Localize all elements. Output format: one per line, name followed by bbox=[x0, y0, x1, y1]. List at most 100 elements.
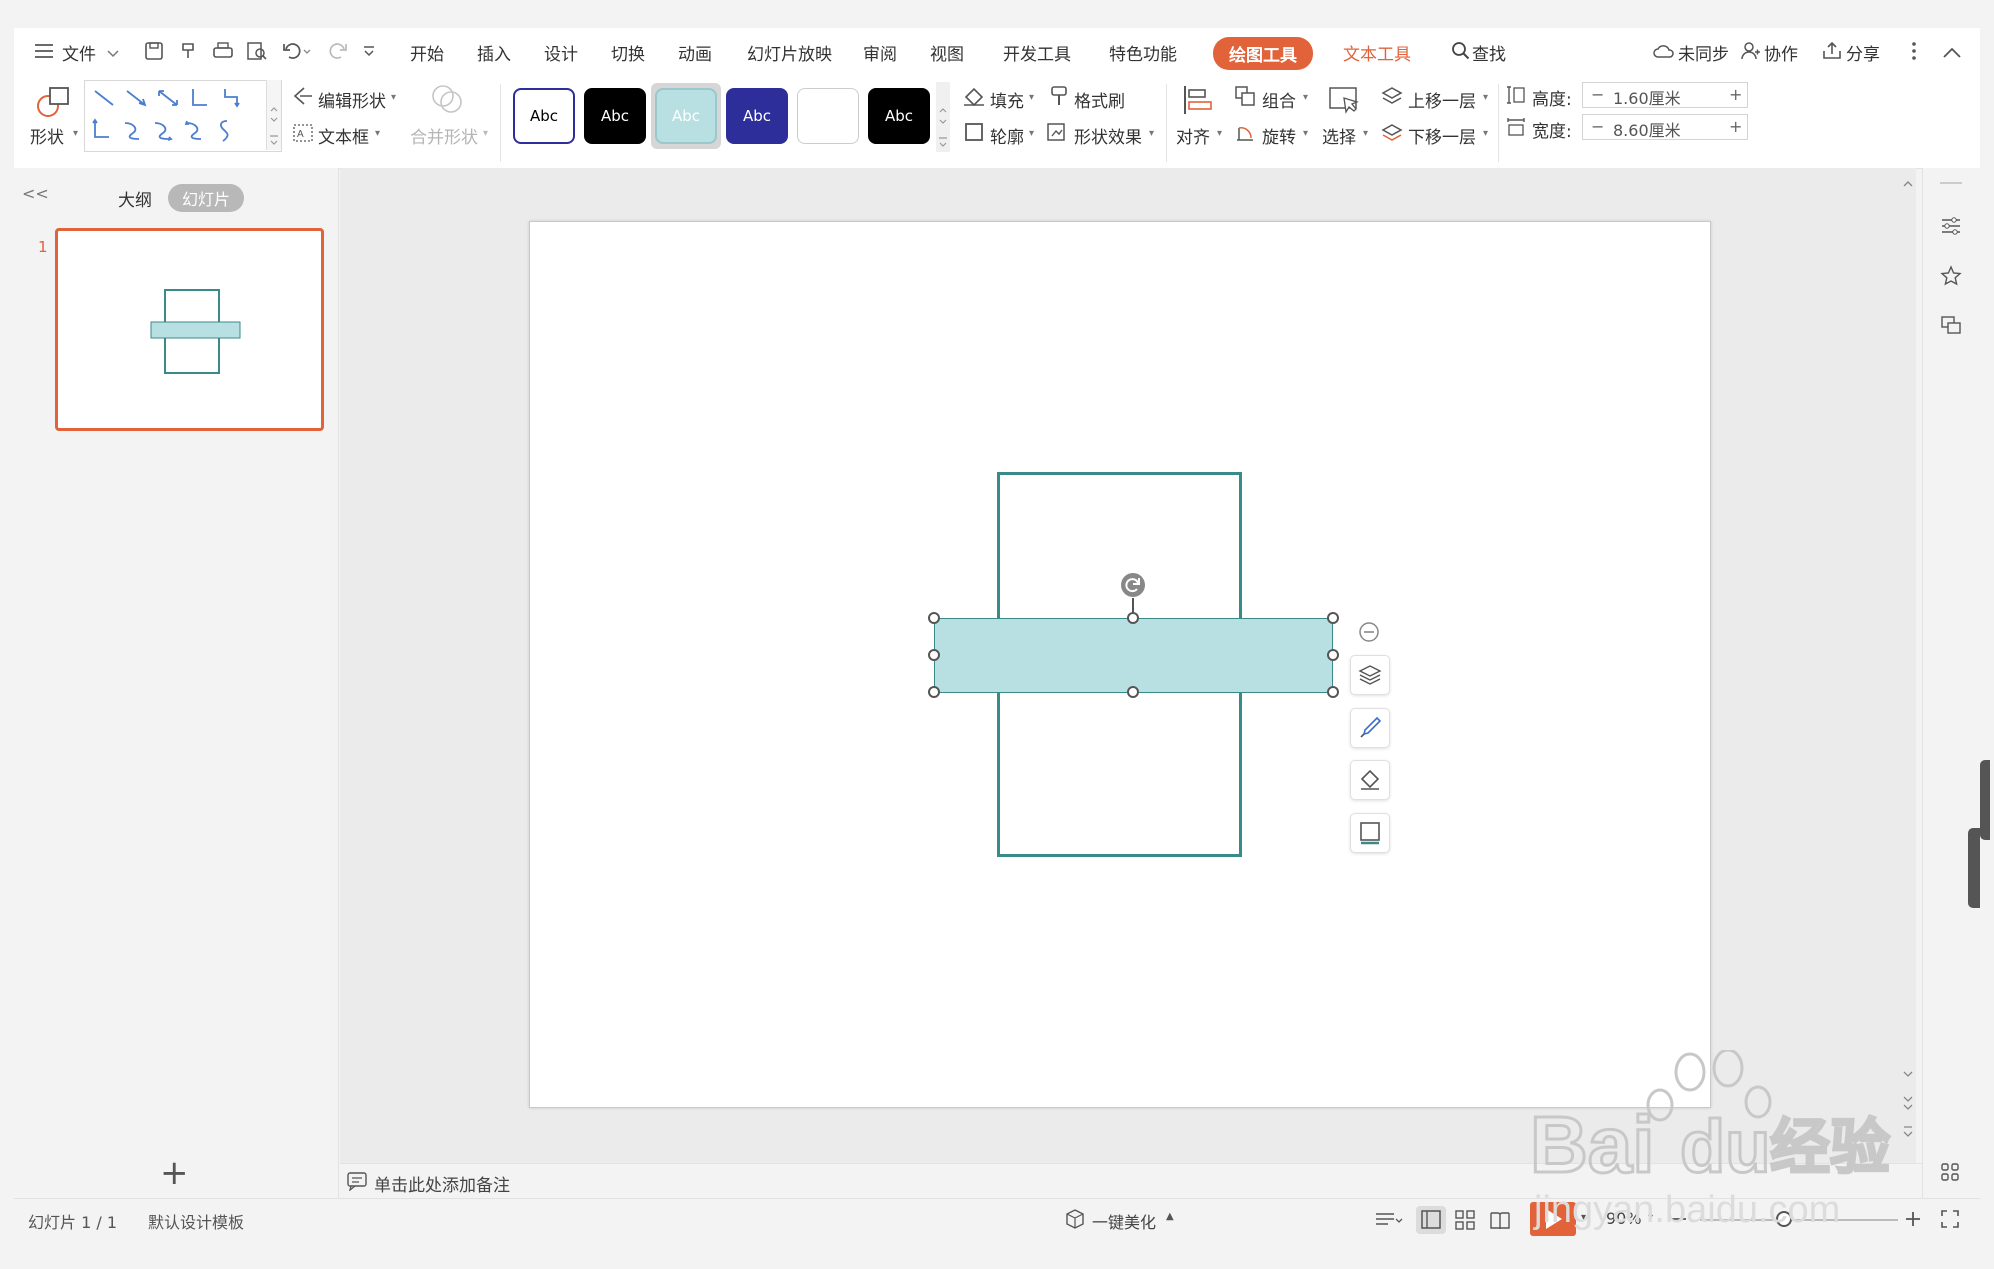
tab-slideshow[interactable]: 幻灯片放映 bbox=[747, 40, 832, 65]
shape-gallery[interactable] bbox=[84, 80, 282, 152]
slide-sorter-icon[interactable] bbox=[1454, 1209, 1476, 1236]
notes-view-icon[interactable] bbox=[1374, 1210, 1404, 1235]
unsynced-button[interactable]: 未同步 bbox=[1678, 40, 1729, 65]
edit-shape-button[interactable]: 编辑形状 bbox=[318, 87, 386, 112]
edit-shape-icon[interactable] bbox=[292, 86, 314, 111]
style-outline-navy[interactable]: Abc bbox=[513, 88, 575, 144]
tab-animation[interactable]: 动画 bbox=[678, 40, 712, 65]
caret-down-icon[interactable]: ▾ bbox=[1303, 92, 1308, 103]
align-button[interactable]: 对齐 bbox=[1176, 123, 1210, 148]
caret-down-icon[interactable]: ▾ bbox=[1149, 128, 1154, 139]
select-button[interactable]: 选择 bbox=[1322, 123, 1356, 148]
style-gallery-scroll[interactable] bbox=[936, 82, 950, 152]
tab-transition[interactable]: 切换 bbox=[611, 40, 645, 65]
select-icon[interactable] bbox=[1328, 84, 1360, 121]
search-button[interactable]: 查找 bbox=[1472, 40, 1506, 65]
caret-down-icon[interactable]: ▾ bbox=[1581, 1212, 1586, 1223]
text-box-icon[interactable]: A bbox=[292, 123, 314, 148]
collapse-ribbon-icon[interactable] bbox=[1942, 44, 1962, 64]
tab-outline[interactable]: 大纲 bbox=[118, 186, 152, 211]
tab-text-tools[interactable]: 文本工具 bbox=[1343, 40, 1411, 65]
play-slideshow-button[interactable] bbox=[1530, 1202, 1576, 1236]
share-icon[interactable] bbox=[1821, 41, 1843, 66]
style-white[interactable] bbox=[797, 88, 859, 144]
tab-drawing-tools[interactable]: 绘图工具 bbox=[1213, 37, 1313, 70]
save-icon[interactable] bbox=[144, 41, 164, 66]
shape-effects-icon[interactable] bbox=[1046, 122, 1070, 147]
reading-view-icon[interactable] bbox=[1489, 1209, 1511, 1236]
tab-insert[interactable]: 插入 bbox=[477, 40, 511, 65]
customize-quick-access-icon[interactable] bbox=[362, 44, 376, 64]
search-icon[interactable] bbox=[1451, 41, 1471, 66]
shape-effects-button[interactable]: 形状效果 bbox=[1074, 123, 1142, 148]
caret-down-icon[interactable]: ▾ bbox=[1217, 128, 1222, 139]
zoom-slider-track[interactable] bbox=[1700, 1219, 1898, 1221]
file-menu[interactable]: 文件 bbox=[62, 40, 96, 65]
resize-handle-top-left[interactable] bbox=[928, 612, 940, 624]
width-increase-button[interactable]: + bbox=[1729, 117, 1742, 136]
caret-down-icon[interactable]: ▾ bbox=[73, 128, 78, 139]
notes-placeholder[interactable]: 单击此处添加备注 bbox=[374, 1171, 510, 1196]
caret-down-icon[interactable]: ▾ bbox=[1303, 128, 1308, 139]
style-navy[interactable]: Abc bbox=[726, 88, 788, 144]
fit-window-icon[interactable] bbox=[1940, 1209, 1960, 1234]
print-icon[interactable] bbox=[212, 41, 234, 66]
zoom-slider-thumb[interactable] bbox=[1776, 1211, 1792, 1227]
resize-handle-top-right[interactable] bbox=[1327, 612, 1339, 624]
caret-down-icon[interactable]: ▾ bbox=[1029, 128, 1034, 139]
zoom-in-icon[interactable] bbox=[1904, 1210, 1922, 1233]
grid-menu-icon[interactable] bbox=[1940, 1162, 1960, 1187]
tab-start[interactable]: 开始 bbox=[410, 40, 444, 65]
zoom-out-icon[interactable] bbox=[1670, 1210, 1688, 1233]
style-black-2[interactable]: Abc bbox=[868, 88, 930, 144]
beautify-icon[interactable] bbox=[1064, 1208, 1086, 1235]
height-decrease-button[interactable]: − bbox=[1591, 85, 1604, 104]
format-painter-icon[interactable] bbox=[179, 41, 199, 66]
height-increase-button[interactable]: + bbox=[1729, 85, 1742, 104]
cloud-sync-icon[interactable] bbox=[1652, 42, 1676, 65]
shape-icon[interactable] bbox=[36, 84, 72, 123]
resize-handle-top[interactable] bbox=[1127, 612, 1139, 624]
caret-down-icon[interactable]: ▾ bbox=[1363, 128, 1368, 139]
resize-handle-bottom-left[interactable] bbox=[928, 686, 940, 698]
height-stepper[interactable]: − 1.60厘米 + bbox=[1582, 82, 1748, 108]
width-input[interactable]: 8.60厘米 bbox=[1613, 117, 1681, 141]
tab-view[interactable]: 视图 bbox=[930, 40, 964, 65]
resize-handle-right[interactable] bbox=[1327, 649, 1339, 661]
tab-design[interactable]: 设计 bbox=[544, 40, 578, 65]
send-backward-icon[interactable] bbox=[1380, 122, 1404, 149]
caret-down-icon[interactable]: ▾ bbox=[1483, 128, 1488, 139]
collaborate-button[interactable]: 协作 bbox=[1764, 40, 1798, 65]
caret-down-icon[interactable]: ▾ bbox=[391, 92, 396, 103]
tab-special-features[interactable]: 特色功能 bbox=[1109, 40, 1177, 65]
resize-handle-left[interactable] bbox=[928, 649, 940, 661]
share-button[interactable]: 分享 bbox=[1846, 40, 1880, 65]
rotate-handle-icon[interactable] bbox=[1120, 572, 1146, 603]
style-black[interactable]: Abc bbox=[584, 88, 646, 144]
side-tab[interactable] bbox=[1968, 828, 1980, 908]
zoom-level[interactable]: 90% bbox=[1606, 1209, 1642, 1228]
side-tab[interactable] bbox=[1980, 760, 1990, 840]
caret-down-icon[interactable]: ▾ bbox=[1029, 92, 1034, 103]
beautify-button[interactable]: 一键美化 bbox=[1092, 1209, 1156, 1233]
caret-down-icon[interactable]: ▾ bbox=[1648, 1212, 1653, 1223]
chevron-down-icon[interactable] bbox=[106, 44, 120, 64]
shape-style-button[interactable] bbox=[1350, 708, 1390, 748]
collapse-toolbar-icon[interactable] bbox=[1358, 621, 1380, 648]
normal-view-button[interactable] bbox=[1416, 1206, 1446, 1234]
rotate-icon[interactable] bbox=[1234, 122, 1256, 149]
properties-icon[interactable] bbox=[1940, 215, 1962, 242]
send-backward-button[interactable]: 下移一层 bbox=[1408, 123, 1476, 148]
outline-button[interactable]: 轮廓 bbox=[990, 123, 1024, 148]
fill-button-float[interactable] bbox=[1350, 760, 1390, 800]
template-name[interactable]: 默认设计模板 bbox=[148, 1209, 244, 1233]
gallery-scroll[interactable] bbox=[266, 80, 281, 150]
tab-review[interactable]: 审阅 bbox=[863, 40, 897, 65]
bring-forward-icon[interactable] bbox=[1380, 85, 1404, 112]
layers-button[interactable] bbox=[1350, 655, 1390, 695]
align-icon[interactable] bbox=[1182, 84, 1214, 121]
animation-star-icon[interactable] bbox=[1940, 265, 1962, 292]
format-painter-icon[interactable] bbox=[1048, 85, 1070, 112]
outline-icon[interactable] bbox=[964, 122, 984, 147]
fill-bucket-icon[interactable] bbox=[962, 85, 986, 112]
